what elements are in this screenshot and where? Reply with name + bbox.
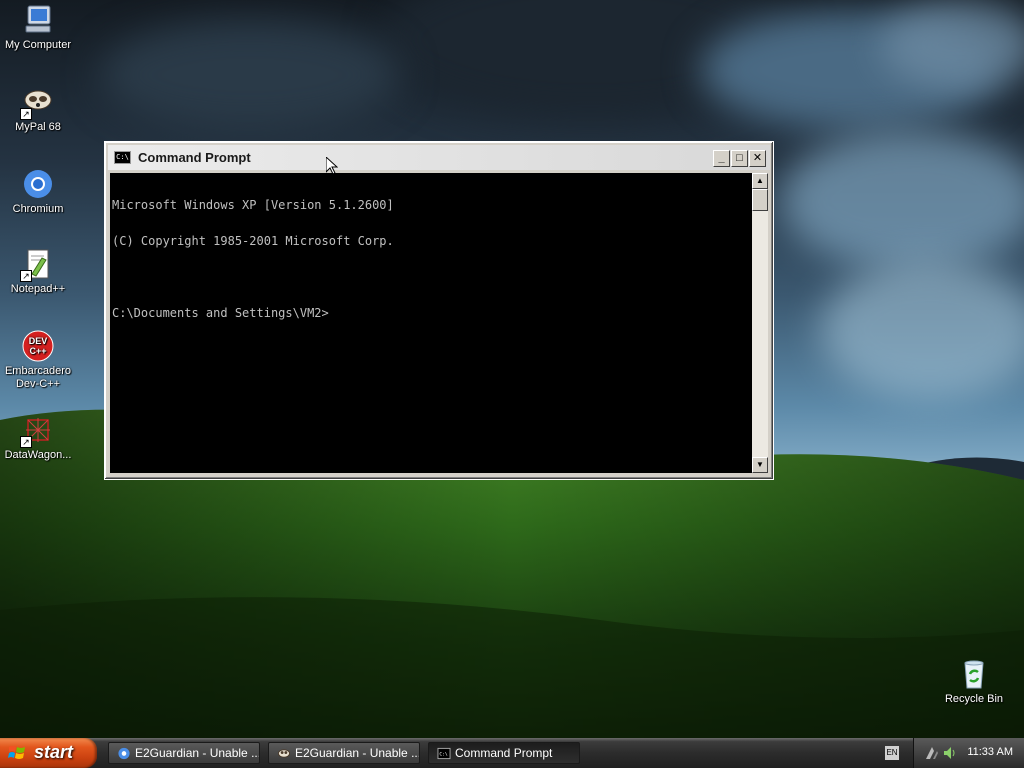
datawagon-icon: ↗ <box>20 414 54 448</box>
mouse-cursor-icon <box>326 157 338 175</box>
my-computer-icon <box>22 4 54 36</box>
svg-text:C++: C++ <box>29 346 46 356</box>
console-line: (C) Copyright 1985-2001 Microsoft Corp. <box>112 234 394 248</box>
language-indicator[interactable]: EN <box>885 746 899 760</box>
start-label: start <box>34 742 74 762</box>
recycle-bin-icon <box>958 658 990 690</box>
shortcut-arrow-icon: ↗ <box>20 436 32 448</box>
minimize-button[interactable]: _ <box>713 150 730 167</box>
scroll-thumb[interactable] <box>752 189 768 211</box>
devcpp-icon: DEV C++ <box>22 330 54 362</box>
mypal-icon <box>277 749 291 758</box>
desktop-icon-label: Chromium <box>12 203 64 215</box>
shortcut-arrow-icon: ↗ <box>20 108 32 120</box>
notepadpp-icon: ↗ <box>20 248 54 282</box>
windows-flag-icon <box>8 746 25 759</box>
network-icon[interactable] <box>924 745 940 761</box>
taskbar: start E2Guardian - Unable ... E2Guardian… <box>0 738 1024 768</box>
taskbar-item-label: E2Guardian - Unable ... <box>295 746 420 760</box>
taskbar-item-label: Command Prompt <box>455 746 553 760</box>
svg-text:DEV: DEV <box>29 336 48 346</box>
console-line: Microsoft Windows XP [Version 5.1.2600] <box>112 198 394 212</box>
desktop-icon-label: My Computer <box>4 39 72 51</box>
taskbar-item-e2guardian-mypal[interactable]: E2Guardian - Unable ... <box>268 742 420 764</box>
clock[interactable]: 11:33 AM <box>967 746 1013 758</box>
system-tray: 11:33 AM <box>913 738 1024 768</box>
scroll-down-button[interactable]: ▼ <box>752 457 768 473</box>
scroll-up-button[interactable]: ▲ <box>752 173 768 189</box>
command-prompt-window[interactable]: C:\ Command Prompt _ □ ✕ Microsoft Windo… <box>104 141 774 480</box>
desktop-icon-label: Recycle Bin <box>944 693 1004 705</box>
desktop-icon-label: Embarcadero Dev-C++ <box>4 365 72 390</box>
chromium-icon <box>22 168 54 200</box>
desktop-icon-label: Notepad++ <box>10 283 66 295</box>
desktop-icon-label: DataWagon... <box>4 449 72 461</box>
mypal-icon: ↗ <box>20 86 54 120</box>
desktop-icon-notepadpp[interactable]: ↗ Notepad++ <box>0 248 76 296</box>
taskbar-item-e2guardian-chromium[interactable]: E2Guardian - Unable ... <box>108 742 260 764</box>
chromium-icon <box>118 747 130 760</box>
start-button[interactable]: start <box>0 738 97 768</box>
shortcut-arrow-icon: ↗ <box>20 270 32 282</box>
taskbar-item-command-prompt[interactable]: C:\ Command Prompt <box>428 742 580 764</box>
desktop-icon-my-computer[interactable]: My Computer <box>0 4 76 52</box>
volume-icon[interactable] <box>942 745 958 761</box>
desktop-icon-chromium[interactable]: Chromium <box>0 168 76 216</box>
close-button[interactable]: ✕ <box>749 150 766 167</box>
desktop-icon-mypal[interactable]: ↗ MyPal 68 <box>0 86 76 134</box>
vertical-scrollbar[interactable]: ▲ ▼ <box>752 173 768 473</box>
svg-text:C:\: C:\ <box>439 751 448 757</box>
desktop-icon-label: MyPal 68 <box>15 121 61 133</box>
window-title: Command Prompt <box>138 150 251 165</box>
desktop-icon-recycle-bin[interactable]: Recycle Bin <box>936 658 1012 706</box>
desktop-icon-datawagon[interactable]: ↗ DataWagon... <box>0 414 76 462</box>
cmd-icon: C:\ <box>437 747 451 760</box>
taskbar-item-label: E2Guardian - Unable ... <box>135 746 260 760</box>
console-output[interactable]: Microsoft Windows XP [Version 5.1.2600] … <box>110 173 752 473</box>
console-prompt: C:\Documents and Settings\VM2> <box>112 306 329 320</box>
cmd-icon[interactable]: C:\ <box>114 151 131 164</box>
maximize-button[interactable]: □ <box>731 150 748 167</box>
window-titlebar[interactable]: C:\ Command Prompt _ □ ✕ <box>108 145 770 170</box>
desktop-icon-devcpp[interactable]: DEV C++ Embarcadero Dev-C++ <box>0 330 76 391</box>
